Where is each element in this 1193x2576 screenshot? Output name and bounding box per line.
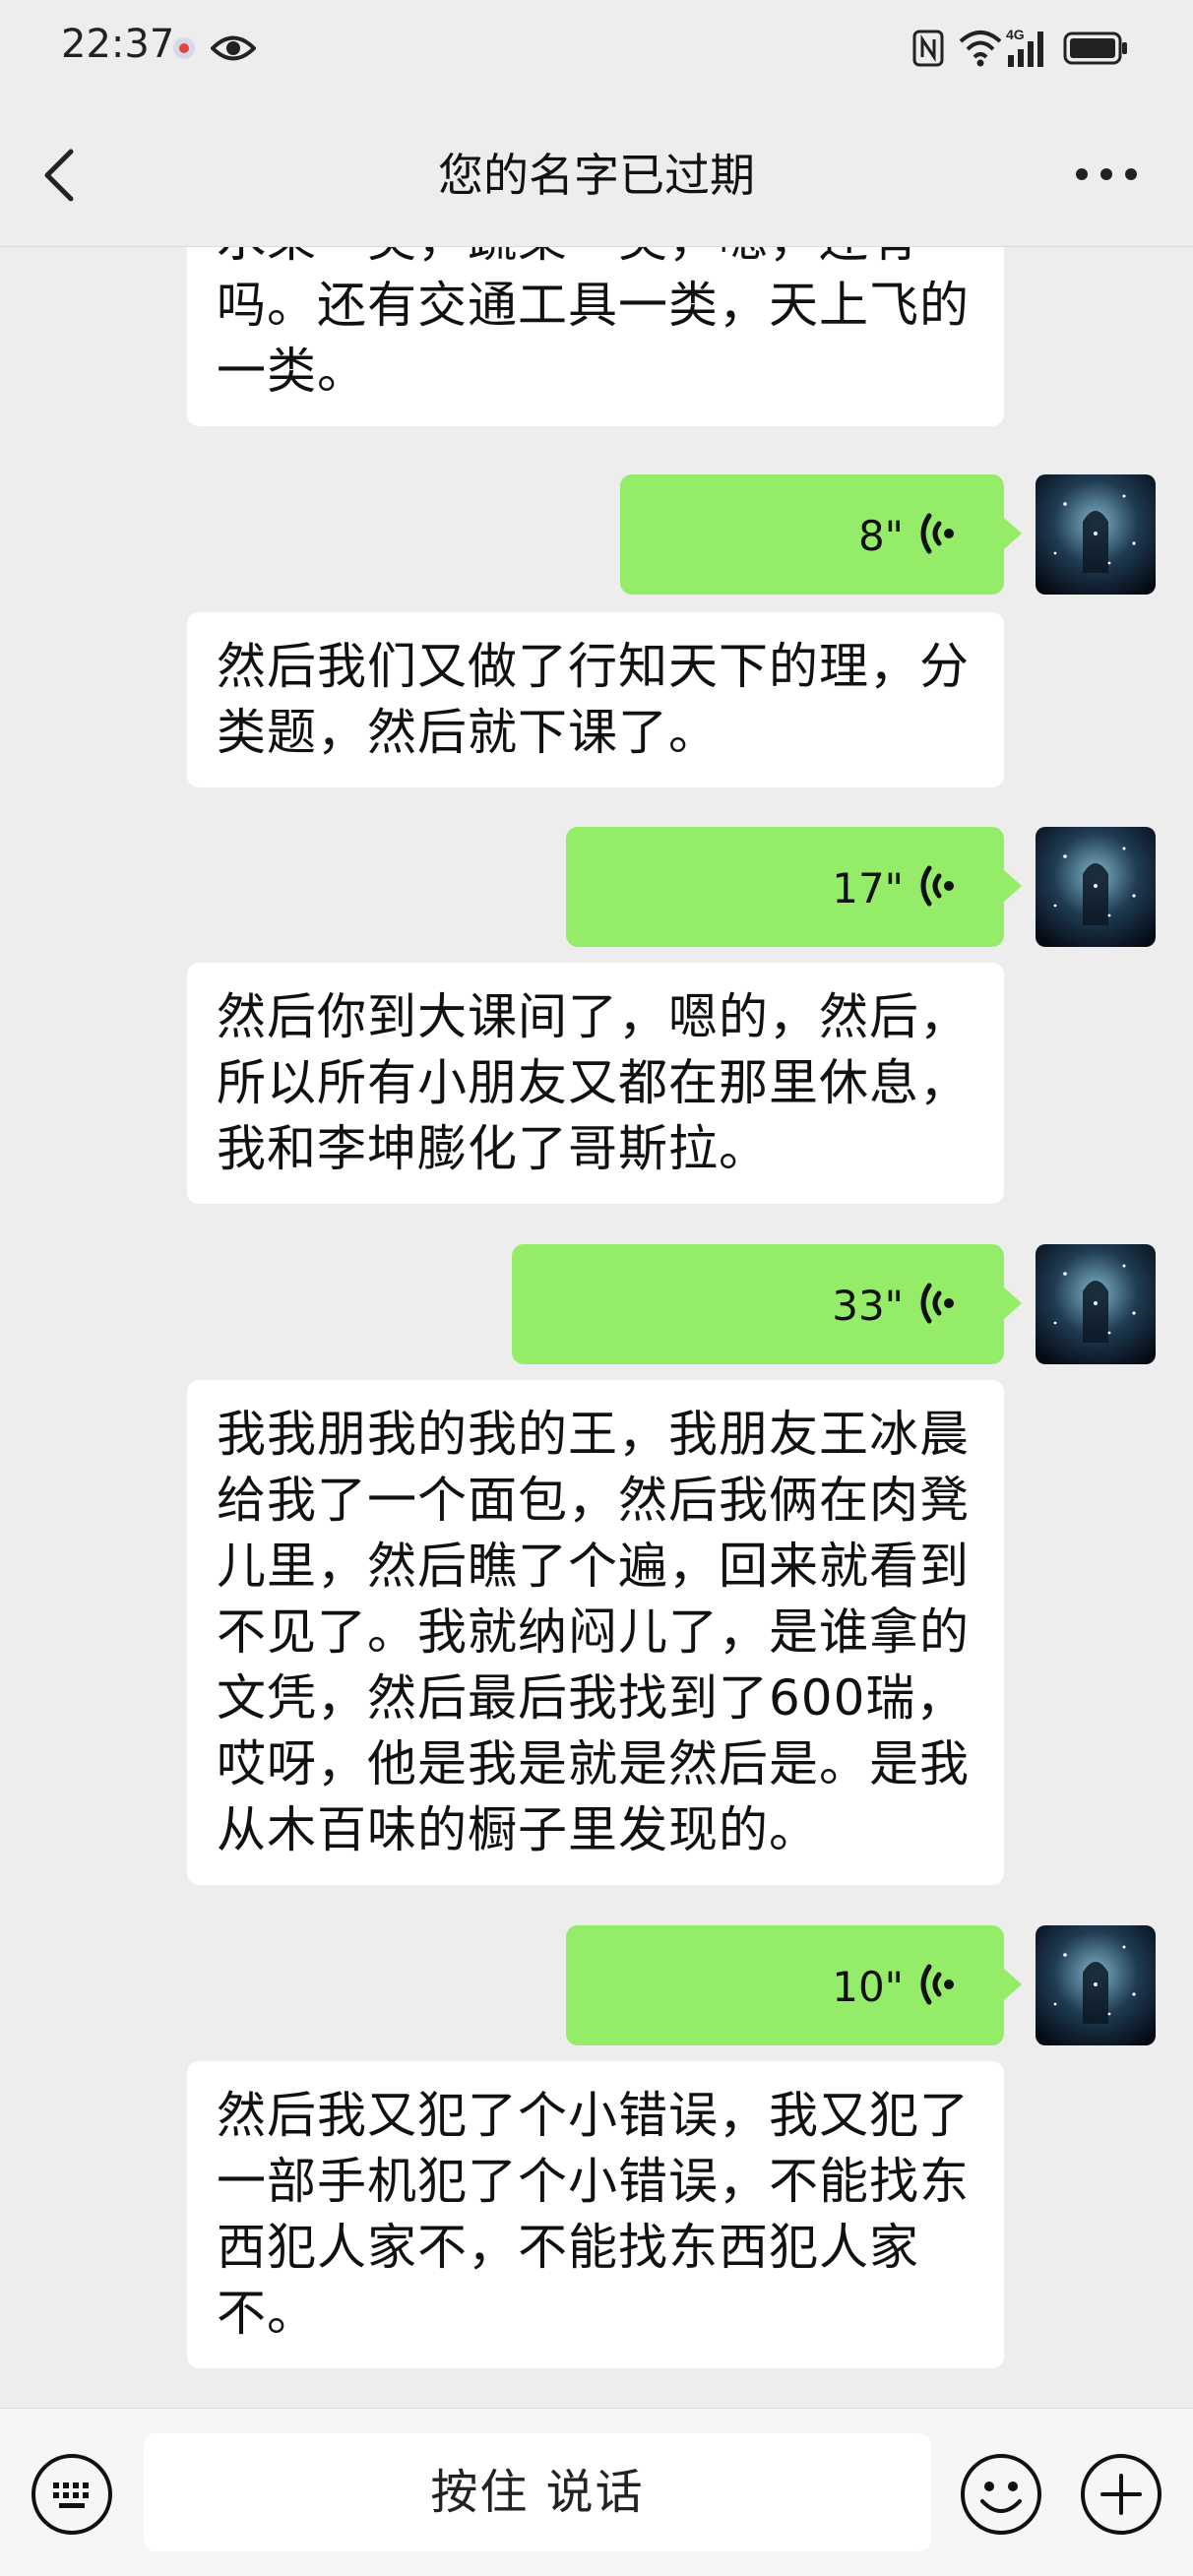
avatar[interactable] — [1036, 1244, 1156, 1364]
avatar-image — [1036, 1925, 1156, 2045]
incoming-message[interactable]: 我我朋我的我的王，我朋友王冰晨给我了一个面包，然后我俩在肉凳儿里，然后瞧了个遍，… — [187, 1380, 1004, 1885]
voice-message[interactable]: 10" — [566, 1925, 1022, 2045]
hold-to-talk-button[interactable]: 按住 说话 — [144, 2433, 931, 2551]
emoji-icon[interactable] — [959, 2452, 1043, 2537]
eye-icon — [211, 35, 256, 61]
voice-duration: 10" — [832, 1963, 904, 2011]
message-text: 水果一类，蔬菜一类，嗯，还有吗。还有交通工具一类，天上飞的一类。 — [217, 246, 970, 400]
status-bar: 22:37 4G — [0, 0, 1193, 98]
keyboard-icon[interactable] — [30, 2452, 114, 2537]
record-icon — [173, 37, 195, 59]
message-text: 然后你到大课间了，嗯的，然后，所以所有小朋友又都在那里休息，我和李坤膨化了哥斯拉… — [217, 988, 970, 1177]
voice-message[interactable]: 17" — [566, 827, 1022, 947]
chat-header: 您的名字已过期 — [0, 98, 1193, 247]
voice-wave-icon — [920, 513, 954, 554]
message-text: 然后我又犯了个小错误，我又犯了一部手机犯了个小错误，不能找东西犯人家不，不能找东… — [217, 2087, 970, 2342]
message-text: 我我朋我的我的王，我朋友王冰晨给我了一个面包，然后我俩在肉凳儿里，然后瞧了个遍，… — [217, 1406, 970, 1858]
nfc-icon — [912, 30, 944, 67]
avatar-image — [1036, 474, 1156, 595]
incoming-message[interactable]: 然后我们又做了行知天下的理，分类题，然后就下课了。 — [187, 612, 1004, 787]
voice-wave-icon — [920, 865, 954, 907]
network-label: 4G — [1006, 27, 1025, 42]
plus-icon[interactable] — [1079, 2452, 1163, 2537]
incoming-message[interactable]: 然后我又犯了个小错误，我又犯了一部手机犯了个小错误，不能找东西犯人家不，不能找东… — [187, 2061, 1004, 2368]
message-list[interactable]: 水果一类，蔬菜一类，嗯，还有吗。还有交通工具一类，天上飞的一类。 8" — [0, 246, 1193, 2408]
voice-message[interactable]: 8" — [620, 474, 1022, 595]
voice-wave-icon — [920, 1964, 954, 2005]
signal-4g-icon: 4G — [1006, 27, 1043, 67]
more-dots-icon[interactable] — [1075, 167, 1138, 181]
chat-title: 您的名字已过期 — [438, 149, 755, 202]
avatar-image — [1036, 1244, 1156, 1364]
voice-wave-icon — [920, 1283, 954, 1324]
avatar[interactable] — [1036, 827, 1156, 947]
status-time: 22:37 — [61, 22, 175, 67]
message-text: 然后我们又做了行知天下的理，分类题，然后就下课了。 — [217, 638, 970, 761]
avatar[interactable] — [1036, 474, 1156, 595]
battery-icon — [1063, 31, 1127, 65]
incoming-message[interactable]: 然后你到大课间了，嗯的，然后，所以所有小朋友又都在那里休息，我和李坤膨化了哥斯拉… — [187, 963, 1004, 1204]
voice-duration: 8" — [857, 512, 904, 560]
avatar-image — [1036, 827, 1156, 947]
voice-duration: 17" — [832, 864, 904, 912]
wifi-icon — [959, 31, 1002, 67]
incoming-message[interactable]: 水果一类，蔬菜一类，嗯，还有吗。还有交通工具一类，天上飞的一类。 — [187, 246, 1004, 426]
voice-message[interactable]: 33" — [512, 1244, 1022, 1364]
input-bar: 按住 说话 — [0, 2408, 1193, 2576]
avatar[interactable] — [1036, 1925, 1156, 2045]
voice-duration: 33" — [832, 1282, 904, 1330]
